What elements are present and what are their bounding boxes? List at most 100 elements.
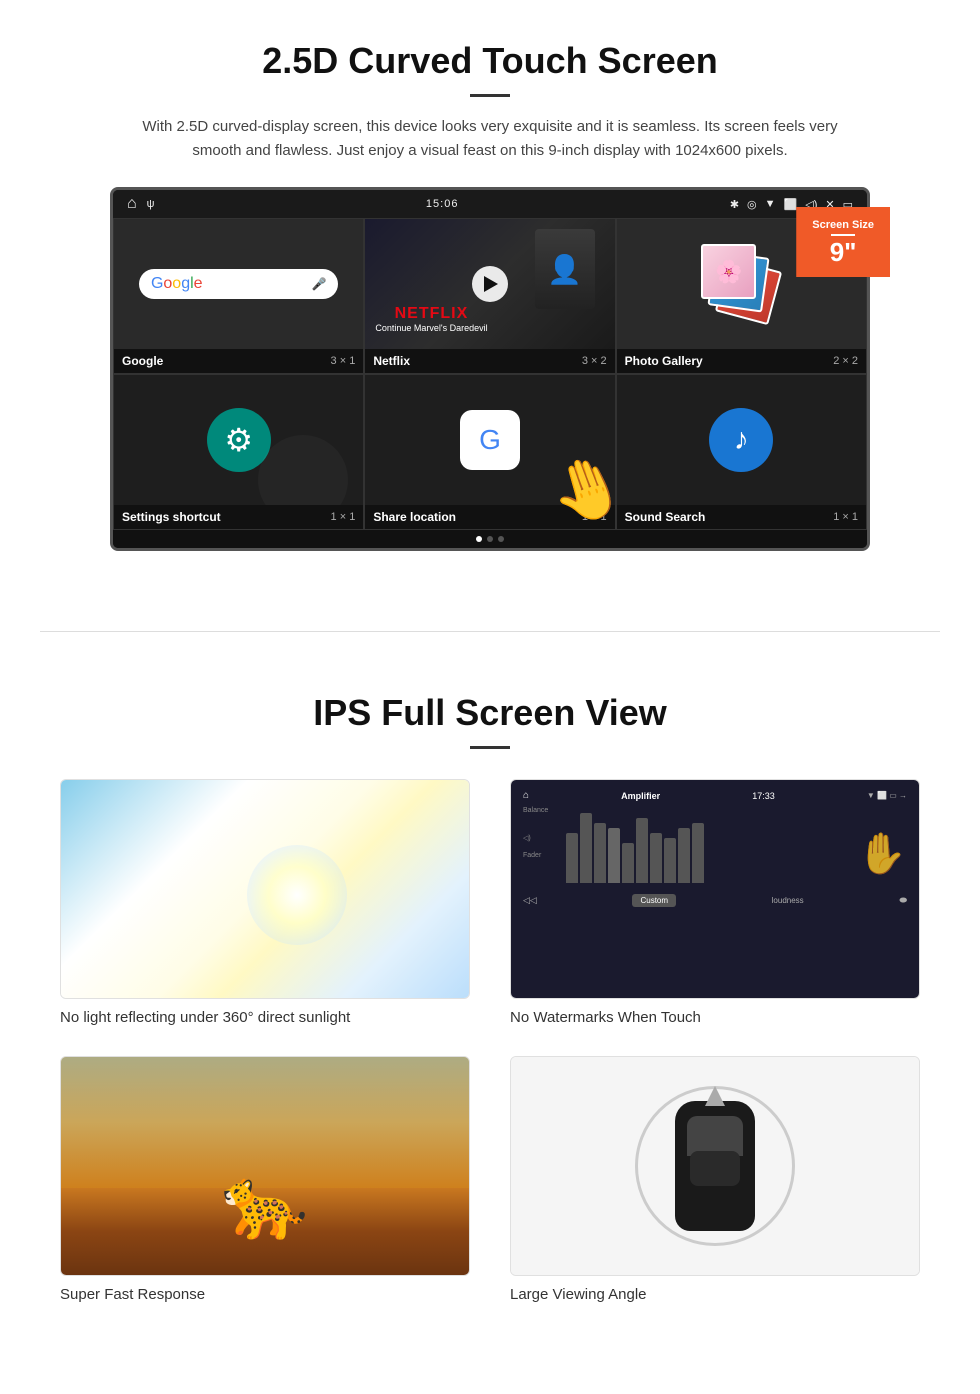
pagination-dots	[113, 530, 867, 548]
gallery-app-label: Photo Gallery	[625, 354, 703, 368]
play-triangle	[484, 276, 498, 292]
music-icon: ♪	[709, 408, 773, 472]
sun-glow	[247, 845, 347, 945]
share-app-label: Share location	[373, 510, 456, 524]
eq-bar-10	[692, 823, 704, 883]
settings-app-cell[interactable]: ⚙ Settings shortcut 1 × 1	[113, 374, 364, 530]
section-divider	[40, 631, 940, 632]
feature-car: Large Viewing Angle	[510, 1056, 920, 1303]
share-bg: G 🤚	[365, 375, 614, 505]
location-icon: ◎	[747, 198, 757, 211]
status-left: ⌂ ψ	[127, 195, 155, 213]
bluetooth-icon: ✱	[730, 198, 739, 211]
play-button[interactable]	[472, 266, 508, 302]
car-image	[511, 1057, 919, 1275]
camera-icon: ⬜	[784, 198, 798, 211]
eq-bar-3	[594, 823, 606, 883]
amp-custom-button: Custom	[632, 894, 676, 907]
car-body	[675, 1101, 755, 1231]
eq-bar-7	[650, 833, 662, 883]
netflix-label-bar: Netflix 3 × 2	[365, 349, 614, 373]
dot-1	[476, 536, 482, 542]
gallery-label-bar: Photo Gallery 2 × 2	[617, 349, 866, 373]
google-search-bar[interactable]: Google 🎤	[139, 269, 338, 299]
amp-freq-labels: Balance ◁) Fader	[519, 807, 911, 887]
badge-divider	[831, 234, 855, 236]
gallery-app-size: 2 × 2	[833, 355, 858, 367]
wifi-icon: ▼	[765, 198, 776, 210]
section-curved: 2.5D Curved Touch Screen With 2.5D curve…	[0, 0, 980, 581]
feature-cheetah: 🐆 Super Fast Response	[60, 1056, 470, 1303]
netflix-person: 👤	[535, 229, 595, 309]
cheetah-image: 🐆	[61, 1057, 469, 1275]
settings-bg: ⚙	[114, 375, 363, 505]
ips-title-divider	[470, 746, 510, 749]
car-roof	[690, 1151, 740, 1186]
amp-eq-section: ✋	[566, 807, 907, 887]
amplifier-image-box: ⌂ Amplifier 17:33 ▼ ⬜ ▭ → Balance ◁) Fad…	[510, 779, 920, 999]
feature-amplifier: ⌂ Amplifier 17:33 ▼ ⬜ ▭ → Balance ◁) Fad…	[510, 779, 920, 1026]
person-figure: 👤	[547, 253, 582, 286]
sunlight-image	[61, 780, 469, 998]
eq-bar-5	[622, 843, 634, 883]
g-letter-g2: g	[181, 275, 190, 292]
curved-title: 2.5D Curved Touch Screen	[60, 40, 920, 82]
netflix-app-size: 3 × 2	[582, 355, 607, 367]
maps-icon: G	[460, 410, 520, 470]
cheetah-caption: Super Fast Response	[60, 1286, 470, 1303]
settings-shadow	[258, 435, 348, 505]
google-app-label: Google	[122, 354, 163, 368]
sound-search-cell[interactable]: ♪ Sound Search 1 × 1	[616, 374, 867, 530]
ips-title: IPS Full Screen View	[60, 692, 920, 734]
car-windshield	[687, 1116, 743, 1156]
sunlight-image-box	[60, 779, 470, 999]
sound-app-size: 1 × 1	[833, 511, 858, 523]
netflix-logo-overlay: NETFLIX Continue Marvel's Daredevil	[375, 305, 487, 333]
g-letter-o2: o	[172, 275, 181, 292]
eq-bar-6	[636, 818, 648, 883]
netflix-app-label: Netflix	[373, 354, 410, 368]
badge-size: 9"	[812, 239, 874, 265]
car-circle	[635, 1086, 795, 1246]
netflix-app-cell[interactable]: 👤 NETFLIX Continue Marvel's Daredevil	[364, 218, 615, 374]
google-app-size: 3 × 1	[331, 355, 356, 367]
car-caption: Large Viewing Angle	[510, 1286, 920, 1303]
sound-app-label: Sound Search	[625, 510, 706, 524]
car-image-box	[510, 1056, 920, 1276]
app-grid-row2: ⚙ Settings shortcut 1 × 1	[113, 374, 867, 530]
amplifier-image: ⌂ Amplifier 17:33 ▼ ⬜ ▭ → Balance ◁) Fad…	[511, 780, 919, 998]
amp-balance-label: Balance	[523, 807, 563, 814]
maps-g: G	[479, 424, 501, 456]
usb-icon: ψ	[147, 198, 155, 210]
dot-3	[498, 536, 504, 542]
feature-sunlight: No light reflecting under 360° direct su…	[60, 779, 470, 1026]
netflix-bg: 👤 NETFLIX Continue Marvel's Daredevil	[365, 219, 614, 349]
settings-app-label: Settings shortcut	[122, 510, 221, 524]
share-location-cell[interactable]: G 🤚 Share location 1 × 1	[364, 374, 615, 530]
title-divider	[470, 94, 510, 97]
netflix-subtitle: Continue Marvel's Daredevil	[375, 323, 487, 333]
badge-label: Screen Size	[812, 219, 874, 231]
eq-bar-2	[580, 813, 592, 883]
device-screen: ⌂ ψ 15:06 ✱ ◎ ▼ ⬜ ◁) ✕ ▭	[110, 187, 870, 551]
netflix-brand: NETFLIX	[375, 305, 487, 323]
google-logo: Google	[151, 275, 203, 293]
photo-card-flower: 🌸	[701, 244, 756, 299]
music-note-icon: ♪	[734, 423, 749, 457]
amp-title: Amplifier	[621, 791, 660, 801]
g-letter-o1: o	[163, 275, 172, 292]
photo-stack: 🌸	[701, 244, 781, 324]
sound-bg: ♪	[617, 375, 866, 505]
amp-side-labels: Balance ◁) Fader	[523, 807, 563, 887]
google-app-cell[interactable]: Google 🎤 Google 3 × 1	[113, 218, 364, 374]
google-app-content: Google 🎤	[114, 219, 363, 349]
eq-bar-8	[664, 838, 676, 883]
feature-grid: No light reflecting under 360° direct su…	[60, 779, 920, 1303]
status-time: 15:06	[426, 198, 459, 210]
screen-size-badge: Screen Size 9"	[796, 207, 890, 277]
google-bg: Google 🎤	[114, 219, 363, 349]
g-letter-g: G	[151, 275, 163, 292]
amp-toggle: ⬬	[899, 895, 907, 906]
section-ips: IPS Full Screen View No light reflecting…	[0, 682, 980, 1343]
eq-bar-4	[608, 828, 620, 883]
